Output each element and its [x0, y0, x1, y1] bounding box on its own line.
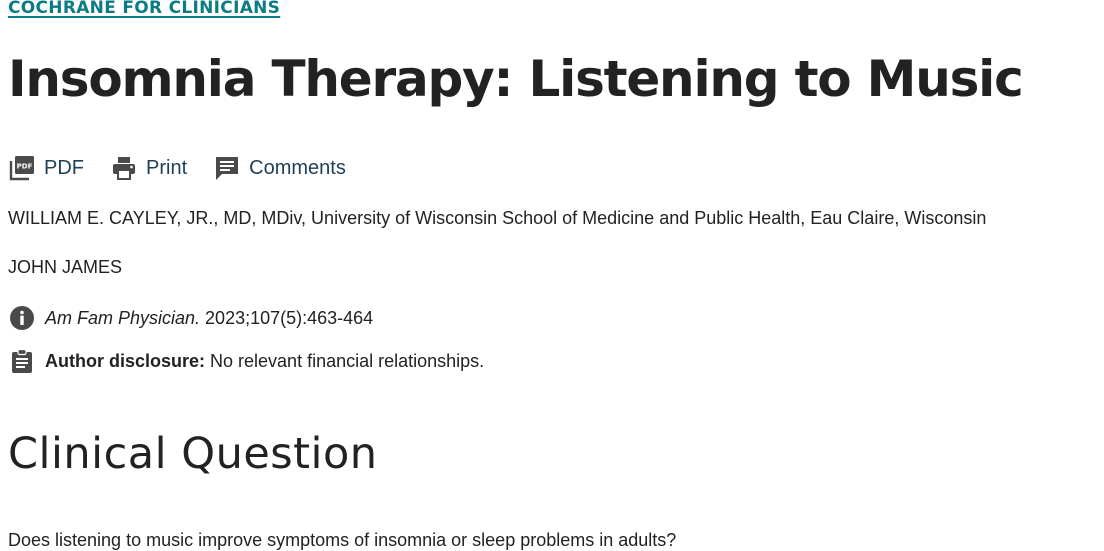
svg-text:PDF: PDF: [17, 163, 33, 171]
disclosure-label: Author disclosure:: [45, 350, 206, 371]
citation-reference: 2023;107(5):463-464: [200, 307, 374, 328]
clinical-question-text: Does listening to music improve symptoms…: [8, 530, 677, 550]
disclosure-line: Author disclosure: No relevant financial…: [8, 347, 484, 375]
info-icon: [8, 304, 36, 332]
pdf-label: PDF: [44, 156, 84, 179]
print-icon: [110, 154, 138, 182]
comments-icon: [213, 154, 241, 182]
print-button[interactable]: Print: [110, 154, 187, 182]
section-heading: Clinical Question: [8, 429, 378, 479]
author-line: WILLIAM E. CAYLEY, JR., MD, MDiv, Univer…: [8, 208, 987, 228]
comments-label: Comments: [249, 156, 346, 179]
clipboard-icon: [8, 347, 36, 375]
disclosure-text: No relevant financial relationships.: [205, 350, 485, 371]
author-line: JOHN JAMES: [8, 257, 123, 277]
article-title: Insomnia Therapy: Listening to Music: [8, 50, 1024, 108]
comments-button[interactable]: Comments: [213, 154, 346, 182]
pdf-icon: PDF: [8, 154, 36, 182]
pdf-button[interactable]: PDF PDF: [8, 154, 84, 182]
category-link[interactable]: COCHRANE FOR CLINICIANS: [8, 0, 280, 18]
journal-name: Am Fam Physician.: [45, 307, 201, 328]
print-label: Print: [146, 156, 188, 179]
article-tools: PDF PDF Print Comments: [8, 153, 372, 183]
citation-line: Am Fam Physician. 2023;107(5):463-464: [8, 304, 373, 332]
